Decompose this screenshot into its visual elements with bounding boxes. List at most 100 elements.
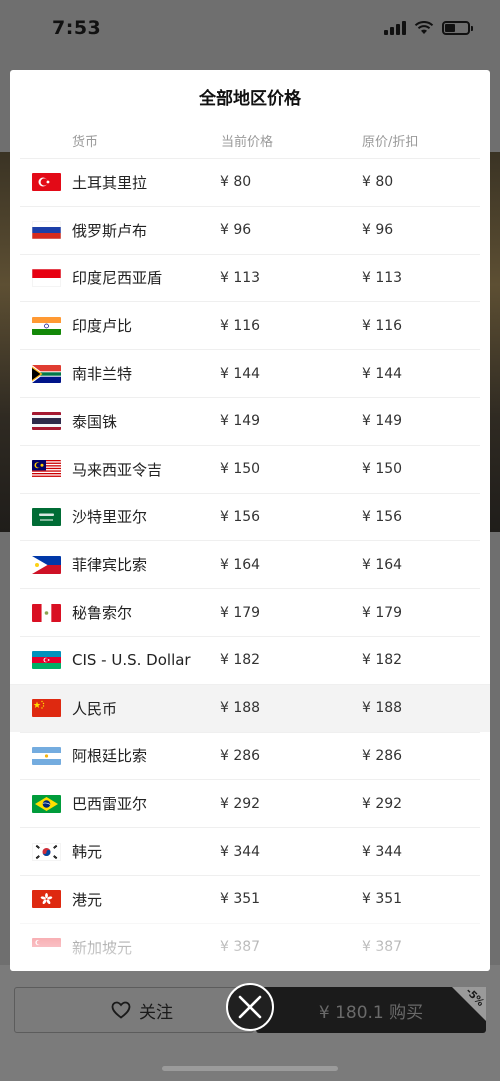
list-item: 新加坡元 ¥ 387 ¥ 387 — [20, 922, 480, 971]
currency-name: 南非兰特 — [72, 365, 133, 384]
currency-name: 土耳其里拉 — [72, 173, 148, 192]
header-currency: 货币 — [72, 134, 99, 150]
current-price: ¥ 149 — [220, 413, 261, 430]
original-price: ¥ 292 — [362, 795, 403, 812]
current-price: ¥ 286 — [220, 747, 261, 764]
list-item: 韩元 ¥ 344 ¥ 344 — [20, 827, 480, 875]
original-price: ¥ 387 — [362, 939, 403, 956]
original-price: ¥ 149 — [362, 413, 403, 430]
current-price: ¥ 188 — [220, 700, 261, 717]
currency-name: 菲律宾比索 — [72, 556, 148, 575]
close-modal-button[interactable] — [226, 983, 274, 1031]
currency-name: CIS - U.S. Dollar — [72, 651, 191, 670]
current-price: ¥ 80 — [220, 174, 252, 191]
original-price: ¥ 150 — [362, 461, 403, 478]
current-price: ¥ 96 — [220, 222, 252, 239]
modal-title: 全部地区价格 — [199, 88, 301, 109]
south-korea-flag-icon — [32, 842, 61, 861]
list-item: 印度卢比 ¥ 116 ¥ 116 — [20, 301, 480, 349]
original-price: ¥ 156 — [362, 508, 403, 525]
header-original-price: 原价/折扣 — [362, 134, 419, 150]
malaysia-flag-icon — [32, 460, 61, 479]
header-current-price: 当前价格 — [221, 134, 274, 150]
original-price: ¥ 96 — [362, 222, 394, 239]
currency-name: 巴西雷亚尔 — [72, 795, 148, 814]
list-item: 港元 ¥ 351 ¥ 351 — [20, 874, 480, 923]
signal-icon — [384, 21, 406, 35]
original-price: ¥ 286 — [362, 747, 403, 764]
original-price: ¥ 188 — [362, 700, 403, 717]
status-time: 7:53 — [52, 17, 102, 39]
list-item: CIS - U.S. Dollar ¥ 182 ¥ 182 — [20, 635, 480, 684]
original-price: ¥ 179 — [362, 604, 403, 621]
china-flag-icon — [32, 699, 61, 718]
hong-kong-flag-icon — [32, 890, 61, 909]
list-item: 巴西雷亚尔 ¥ 292 ¥ 292 — [20, 779, 480, 827]
current-price: ¥ 113 — [220, 269, 261, 286]
status-bar: 7:53 — [0, 0, 500, 56]
turkey-flag-icon — [32, 173, 61, 192]
current-price: ¥ 164 — [220, 556, 261, 573]
south-africa-flag-icon — [32, 364, 61, 383]
home-indicator[interactable] — [162, 1066, 338, 1071]
russia-flag-icon — [32, 221, 61, 240]
status-icons — [384, 21, 473, 35]
thailand-flag-icon — [32, 412, 61, 431]
currency-name: 马来西亚令吉 — [72, 460, 163, 479]
price-list[interactable]: 土耳其里拉 ¥ 80 ¥ 80 俄罗斯卢布 ¥ 96 ¥ 96 印度尼西亚盾 ¥… — [10, 158, 490, 971]
list-item: 南非兰特 ¥ 144 ¥ 144 — [20, 349, 480, 397]
original-price: ¥ 80 — [362, 174, 394, 191]
currency-name: 泰国铢 — [72, 412, 118, 431]
follow-label: 关注 — [139, 1002, 173, 1023]
currency-name: 人民币 — [72, 699, 118, 718]
currency-name: 沙特里亚尔 — [72, 508, 148, 527]
current-price: ¥ 182 — [220, 652, 261, 669]
current-price: ¥ 150 — [220, 461, 261, 478]
original-price: ¥ 144 — [362, 365, 403, 382]
battery-icon — [442, 21, 473, 35]
region-price-modal: 全部地区价格 货币 当前价格 原价/折扣 土耳其里拉 ¥ 80 ¥ 80 俄罗斯… — [10, 70, 490, 971]
currency-name: 秘鲁索尔 — [72, 604, 133, 623]
currency-name: 新加坡元 — [72, 938, 133, 957]
close-icon — [238, 995, 262, 1019]
currency-name: 印度尼西亚盾 — [72, 269, 163, 288]
list-item: 菲律宾比索 ¥ 164 ¥ 164 — [20, 540, 480, 588]
list-item: 印度尼西亚盾 ¥ 113 ¥ 113 — [20, 253, 480, 302]
original-price: ¥ 116 — [362, 317, 403, 334]
currency-name: 韩元 — [72, 843, 103, 862]
current-price: ¥ 144 — [220, 365, 261, 382]
buy-label: ¥ 180.1 购买 — [318, 1002, 424, 1023]
list-item: 阿根廷比索 ¥ 286 ¥ 286 — [20, 731, 480, 780]
original-price: ¥ 113 — [362, 269, 403, 286]
heart-icon — [111, 1001, 131, 1019]
current-price: ¥ 116 — [220, 317, 261, 334]
discount-badge: -5% — [452, 987, 486, 1021]
current-price: ¥ 156 — [220, 508, 261, 525]
current-price: ¥ 344 — [220, 843, 261, 860]
saudi-arabia-flag-icon — [32, 507, 61, 526]
current-price: ¥ 292 — [220, 795, 261, 812]
list-item: 沙特里亚尔 ¥ 156 ¥ 156 — [20, 492, 480, 541]
follow-button[interactable]: 关注 — [14, 987, 254, 1033]
original-price: ¥ 351 — [362, 891, 403, 908]
list-item: 泰国铢 ¥ 149 ¥ 149 — [20, 396, 480, 445]
argentina-flag-icon — [32, 746, 61, 765]
currency-name: 阿根廷比索 — [72, 747, 148, 766]
list-item: 俄罗斯卢布 ¥ 96 ¥ 96 — [20, 205, 480, 254]
list-item: 土耳其里拉 ¥ 80 ¥ 80 — [20, 158, 480, 206]
current-price: ¥ 387 — [220, 939, 261, 956]
philippines-flag-icon — [32, 555, 61, 574]
list-item: 马来西亚令吉 ¥ 150 ¥ 150 — [20, 444, 480, 493]
azerbaijan-flag-icon — [32, 651, 61, 670]
brazil-flag-icon — [32, 794, 61, 813]
indonesia-flag-icon — [32, 268, 61, 287]
original-price: ¥ 182 — [362, 652, 403, 669]
list-item-selected: 人民币 ¥ 188 ¥ 188 — [10, 683, 490, 732]
table-header: 货币 当前价格 原价/折扣 — [10, 122, 490, 158]
singapore-flag-icon — [32, 938, 61, 957]
currency-name: 印度卢比 — [72, 317, 133, 336]
current-price: ¥ 351 — [220, 891, 261, 908]
wifi-icon — [414, 21, 434, 34]
currency-name: 港元 — [72, 890, 103, 909]
original-price: ¥ 164 — [362, 556, 403, 573]
